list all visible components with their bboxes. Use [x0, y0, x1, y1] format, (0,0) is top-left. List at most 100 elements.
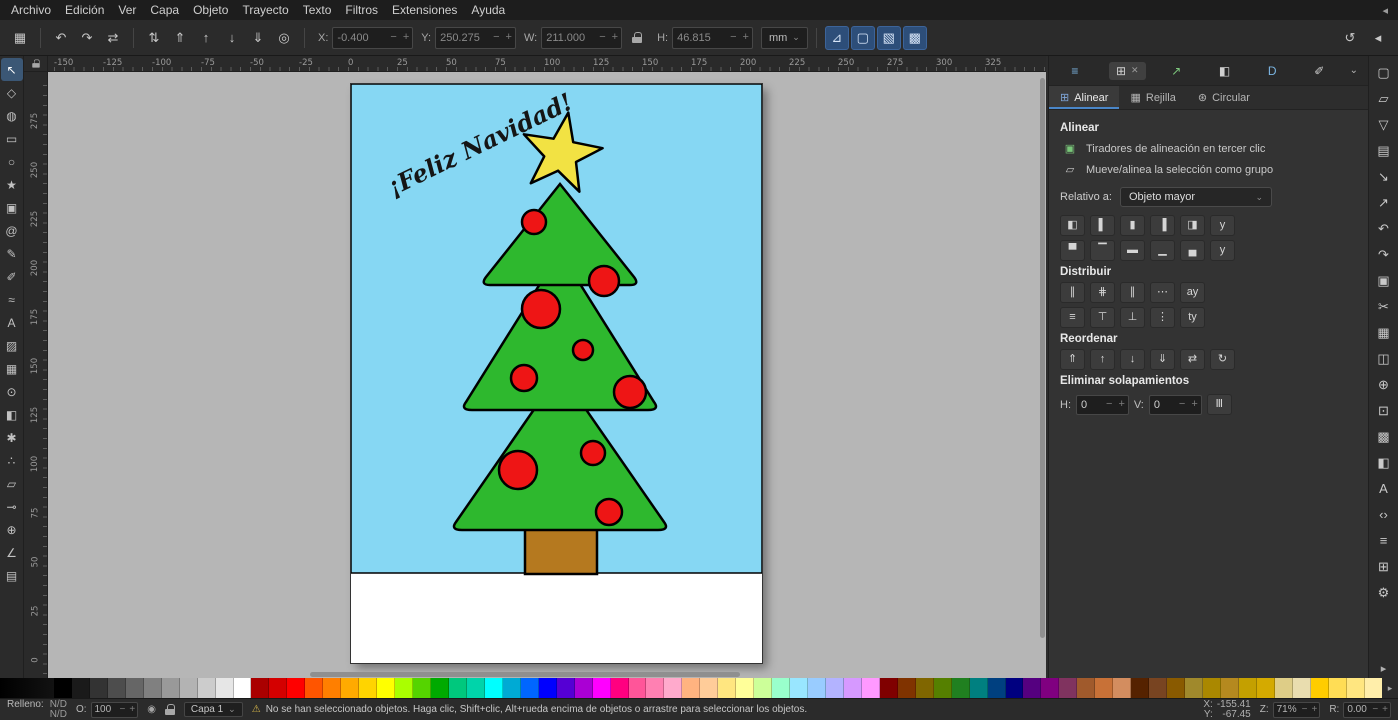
align-left-to-anchor-right-button[interactable]: ◨ [1180, 215, 1205, 236]
tool-shape-builder[interactable]: ◍ [1, 104, 23, 127]
palette-swatch[interactable] [269, 678, 287, 698]
palette-swatch[interactable] [1275, 678, 1293, 698]
palette-swatch[interactable] [72, 678, 90, 698]
export-dialog-tab[interactable]: ↗ [1164, 62, 1193, 80]
horizontal-ruler[interactable]: -150-125-100-75-50-250255075100125150175… [48, 56, 1046, 72]
width-input[interactable] [542, 32, 596, 44]
guides-lock-toggle[interactable] [24, 56, 48, 72]
exchange-z-order-button[interactable]: ↻ [1210, 349, 1235, 370]
menu-texto[interactable]: Texto [296, 1, 339, 19]
palette-swatch[interactable] [611, 678, 629, 698]
x-increment-button[interactable]: + [400, 32, 412, 43]
canvas-vertical-scrollbar[interactable] [1039, 72, 1046, 670]
palette-swatch[interactable] [180, 678, 198, 698]
height-input[interactable] [673, 32, 727, 44]
distribute-centers-vertical-button[interactable]: ⊤ [1090, 307, 1115, 328]
group-button[interactable]: ▩ [1372, 424, 1396, 448]
align-text-anchors-horizontal-button[interactable]: y [1210, 215, 1235, 236]
flip-horizontal-button[interactable]: ⇄ [101, 26, 125, 50]
palette-swatch[interactable] [162, 678, 180, 698]
tool-gradient[interactable]: ▨ [1, 334, 23, 357]
scrollbar-thumb[interactable] [1040, 78, 1045, 638]
palette-swatch[interactable] [251, 678, 269, 698]
tool-spray[interactable]: ∴ [1, 449, 23, 472]
zoom-drawing-button[interactable]: ⊕ [1372, 372, 1396, 396]
lower-to-bottom-button[interactable]: ⇓ [246, 26, 270, 50]
vertical-ruler[interactable]: 2752502252001751501251007550250 [24, 72, 48, 678]
height-increment-button[interactable]: + [740, 32, 752, 43]
document-properties-button[interactable]: ⊞ [1372, 554, 1396, 578]
palette-swatch[interactable] [718, 678, 736, 698]
lock-ratio-button[interactable] [625, 26, 649, 50]
canvas-page[interactable]: ¡Feliz Navidad! [351, 84, 762, 663]
tool-dropper[interactable]: ⊙ [1, 380, 23, 403]
palette-swatch[interactable] [90, 678, 108, 698]
overlap-v-decrement-button[interactable]: − [1176, 399, 1188, 410]
palette-swatch[interactable] [108, 678, 126, 698]
x-input[interactable] [333, 32, 387, 44]
objects-dialog-tab[interactable]: ≡ [1064, 62, 1090, 80]
refresh-button[interactable]: ↺ [1338, 26, 1362, 50]
palette-swatch[interactable] [808, 678, 826, 698]
menu-trayecto[interactable]: Trayecto [235, 1, 295, 19]
fill-stroke-dialog-tab[interactable]: ◧ [1212, 62, 1242, 80]
tool-star[interactable]: ★ [1, 173, 23, 196]
overlap-v-increment-button[interactable]: + [1188, 399, 1200, 410]
palette-swatch[interactable] [126, 678, 144, 698]
align-dialog-tab[interactable]: ⊞ ✕ [1109, 62, 1146, 80]
undo-button[interactable]: ↶ [1372, 216, 1396, 240]
palette-swatch[interactable] [1311, 678, 1329, 698]
redo-button[interactable]: ↷ [1372, 242, 1396, 266]
layer-selector[interactable]: Capa 1 ⌄ [184, 702, 243, 717]
ornament[interactable] [589, 266, 619, 296]
palette-swatch[interactable] [1185, 678, 1203, 698]
dialog-tab-close-icon[interactable]: ✕ [1131, 66, 1139, 75]
layer-lock-icon[interactable] [165, 704, 175, 715]
palette-swatch[interactable] [898, 678, 916, 698]
palette-swatch[interactable] [467, 678, 485, 698]
units-dropdown[interactable]: mm ⌄ [761, 27, 808, 49]
align-bottom-to-anchor-top-button[interactable]: ▀ [1060, 240, 1085, 261]
menu-extensiones[interactable]: Extensiones [385, 1, 464, 19]
palette-swatch[interactable] [575, 678, 593, 698]
palette-swatch[interactable] [1023, 678, 1041, 698]
align-top-to-anchor-bottom-button[interactable]: ▄ [1180, 240, 1205, 261]
palette-swatch[interactable] [359, 678, 377, 698]
menu-ayuda[interactable]: Ayuda [464, 1, 512, 19]
palette-swatch[interactable] [916, 678, 934, 698]
overlap-h-input[interactable] [1077, 399, 1103, 411]
x-decrement-button[interactable]: − [387, 32, 399, 43]
palette-swatch[interactable] [700, 678, 718, 698]
distribute-text-anchors-vertical-button[interactable]: ty [1180, 307, 1205, 328]
zoom-input[interactable] [1274, 704, 1300, 715]
raise-button[interactable]: ↑ [1090, 349, 1115, 370]
tool-rectangle[interactable]: ▭ [1, 127, 23, 150]
palette-swatch[interactable] [1221, 678, 1239, 698]
rotation-center-button[interactable]: ◎ [272, 26, 296, 50]
canvas[interactable]: ¡Feliz Navidad! [48, 72, 1046, 678]
menu-filtros[interactable]: Filtros [338, 1, 385, 19]
toggle-scale-stroke[interactable]: ⊿ [825, 26, 849, 50]
ornament[interactable] [581, 441, 605, 465]
palette-swatch[interactable] [1203, 678, 1221, 698]
ornament[interactable] [573, 340, 593, 360]
width-decrement-button[interactable]: − [596, 32, 608, 43]
palette-swatch[interactable] [934, 678, 952, 698]
raise-to-top-button[interactable]: ⇑ [168, 26, 192, 50]
fill-stroke-indicator[interactable]: Relleno: N/D N/D [7, 700, 67, 720]
swap-positions-button[interactable]: ⇄ [1180, 349, 1205, 370]
distribute-centers-horizontal-button[interactable]: ⋕ [1090, 282, 1115, 303]
palette-swatch[interactable] [1077, 678, 1095, 698]
align-left-edges-button[interactable]: ▌ [1090, 215, 1115, 236]
palette-swatch[interactable] [431, 678, 449, 698]
select-all-button[interactable]: ▦ [8, 26, 32, 50]
center-vertical-axis-button[interactable]: ▮ [1120, 215, 1145, 236]
save-button[interactable]: ▽ [1372, 112, 1396, 136]
palette-swatch[interactable] [629, 678, 647, 698]
canvas-horizontal-scrollbar[interactable] [48, 671, 1038, 678]
remove-overlaps-button[interactable]: Ⅲ [1207, 394, 1232, 415]
palette-swatch[interactable] [646, 678, 664, 698]
lower-button[interactable]: ↓ [220, 26, 244, 50]
fill-stroke-dialog-button[interactable]: ◧ [1372, 450, 1396, 474]
tool-connector[interactable]: ⊸ [1, 495, 23, 518]
